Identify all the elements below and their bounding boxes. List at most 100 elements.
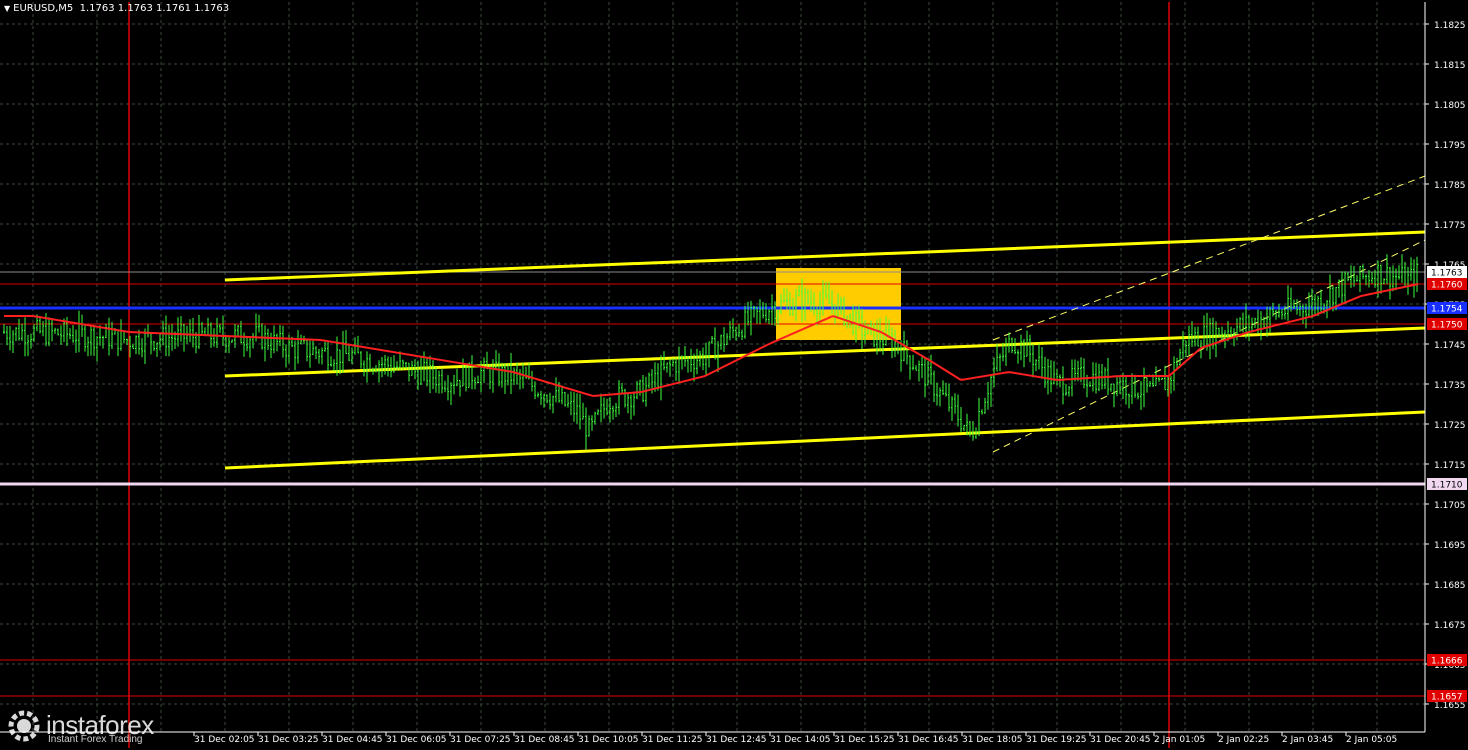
candle: [153, 341, 155, 352]
candle: [228, 336, 230, 354]
candle: [1044, 356, 1046, 388]
y-tick-label: 1.1705: [1434, 501, 1466, 511]
moving-average-line: [4, 283, 1419, 397]
candle: [576, 393, 578, 424]
candle: [537, 392, 539, 398]
level-price-label: 1.1750: [1431, 321, 1463, 331]
candle: [546, 394, 548, 404]
candle: [990, 374, 992, 407]
candle: [147, 324, 149, 338]
candle: [72, 325, 74, 343]
candle: [105, 323, 107, 338]
x-tick-label: 31 Dec 15:25: [834, 735, 895, 745]
candle: [1068, 386, 1070, 397]
channel-line: [224, 410, 1426, 470]
candle: [1125, 376, 1127, 405]
y-tick-label: 1.1675: [1434, 621, 1466, 631]
symbol-menu-icon[interactable]: ▼: [4, 4, 10, 13]
candle: [51, 318, 53, 342]
candle: [1203, 315, 1205, 349]
candle: [342, 330, 344, 373]
candle: [618, 380, 620, 415]
candle: [1035, 359, 1037, 371]
candle: [156, 342, 158, 357]
candle: [1017, 349, 1019, 364]
y-tick-label: 1.1735: [1434, 381, 1466, 391]
candle: [555, 377, 557, 403]
grid: [0, 2, 1425, 732]
candle: [999, 353, 1001, 372]
candle: [435, 366, 437, 393]
y-tick-label: 1.1715: [1434, 461, 1466, 471]
candle: [444, 380, 446, 393]
candle: [108, 317, 110, 356]
candle: [420, 357, 422, 386]
x-tick-label: 2 Jan 03:45: [1282, 735, 1333, 745]
candle: [279, 325, 281, 347]
candle: [1134, 374, 1136, 398]
candle: [588, 415, 590, 437]
candle: [771, 294, 773, 326]
candle: [1140, 381, 1142, 411]
candle: [18, 318, 20, 341]
ohlc-values: 1.1763 1.1763 1.1761 1.1763: [79, 3, 230, 14]
candle: [738, 323, 740, 338]
candle: [1170, 376, 1172, 394]
candle: [1143, 367, 1145, 408]
candle: [600, 393, 602, 423]
candle: [1344, 271, 1346, 304]
candle: [507, 364, 509, 386]
candle: [714, 327, 716, 360]
candle: [1368, 270, 1370, 288]
candle: [159, 334, 161, 351]
candle: [183, 323, 185, 352]
candle: [642, 375, 644, 403]
candle: [594, 411, 596, 425]
y-tick-label: 1.1655: [1434, 701, 1466, 711]
y-tick-label: 1.1685: [1434, 581, 1466, 591]
candle: [318, 348, 320, 364]
candle: [165, 315, 167, 357]
candle: [1182, 330, 1184, 359]
moving-average: [4, 283, 1419, 397]
x-tick-label: 31 Dec 06:05: [386, 735, 447, 745]
candle: [945, 382, 947, 397]
candle: [192, 317, 194, 348]
candle: [510, 352, 512, 394]
candle: [630, 394, 632, 420]
candle: [285, 344, 287, 368]
candle: [84, 324, 86, 352]
candle: [177, 317, 179, 347]
logo-tagline: Instant Forex Trading: [48, 734, 143, 745]
candle: [294, 340, 296, 371]
candle: [582, 402, 584, 420]
level-price-label: 1.1760: [1431, 281, 1463, 291]
candle: [117, 329, 119, 357]
candle: [954, 393, 956, 414]
candle: [207, 317, 209, 336]
candle: [531, 370, 533, 392]
candle: [1113, 383, 1115, 408]
candle: [381, 356, 383, 378]
candle: [705, 342, 707, 375]
candle: [915, 365, 917, 371]
candle: [912, 354, 914, 371]
candle: [1119, 376, 1121, 395]
candle: [93, 324, 95, 356]
candle: [549, 392, 551, 410]
candle: [660, 355, 662, 401]
candle: [1020, 334, 1022, 361]
candle: [1059, 374, 1061, 388]
candle: [426, 358, 428, 387]
candle: [750, 300, 752, 336]
x-tick-label: 2 Jan 05:05: [1346, 735, 1397, 745]
candle: [378, 360, 380, 383]
candle: [984, 397, 986, 414]
candle: [1281, 308, 1283, 320]
candle: [90, 326, 92, 356]
candle: [996, 343, 998, 372]
candle: [1128, 393, 1130, 409]
candle: [723, 327, 725, 353]
candle: [1248, 314, 1250, 342]
candle: [519, 368, 521, 390]
